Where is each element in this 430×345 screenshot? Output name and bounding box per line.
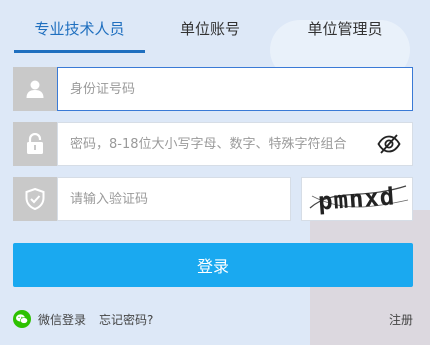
captcha-image[interactable]: pmnxd [301,177,413,221]
id-number-input[interactable] [57,67,413,111]
lock-icon [13,122,57,166]
id-number-row [13,67,413,111]
wechat-login-link[interactable]: 微信登录 [38,311,86,328]
password-input[interactable] [57,122,413,166]
user-icon [13,67,57,111]
active-tab-indicator [14,50,145,53]
password-row [13,122,413,166]
tab-professional[interactable]: 专业技术人员 [14,18,145,48]
register-link[interactable]: 注册 [389,311,413,328]
login-type-tabs: 专业技术人员 单位账号 单位管理员 [0,0,430,53]
bottom-links: 微信登录 忘记密码? 注册 [13,310,413,328]
tab-unit-account[interactable]: 单位账号 [160,18,260,48]
captcha-input[interactable] [57,177,291,221]
forgot-password-link[interactable]: 忘记密码? [99,311,153,328]
captcha-text: pmnxd [317,182,397,216]
tab-unit-admin[interactable]: 单位管理员 [290,18,400,48]
login-button[interactable]: 登录 [13,243,413,287]
shield-check-icon [13,177,57,221]
captcha-row: pmnxd [13,177,413,221]
wechat-icon[interactable] [13,310,31,328]
eye-slash-icon[interactable] [377,133,401,155]
